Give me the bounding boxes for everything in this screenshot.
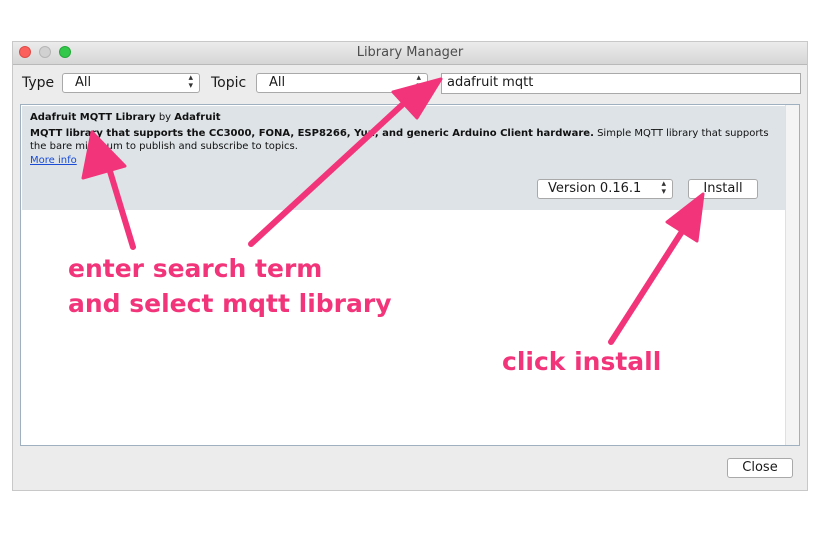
annotation-select-text: and select mqtt library — [68, 289, 392, 318]
annotation-arrow-icon — [608, 192, 705, 345]
annotation-install-text: click install — [502, 347, 662, 376]
annotation-search-text: enter search term — [68, 254, 323, 283]
annotation-arrow-icon — [81, 130, 136, 250]
annotation-arrow-icon — [248, 77, 443, 247]
